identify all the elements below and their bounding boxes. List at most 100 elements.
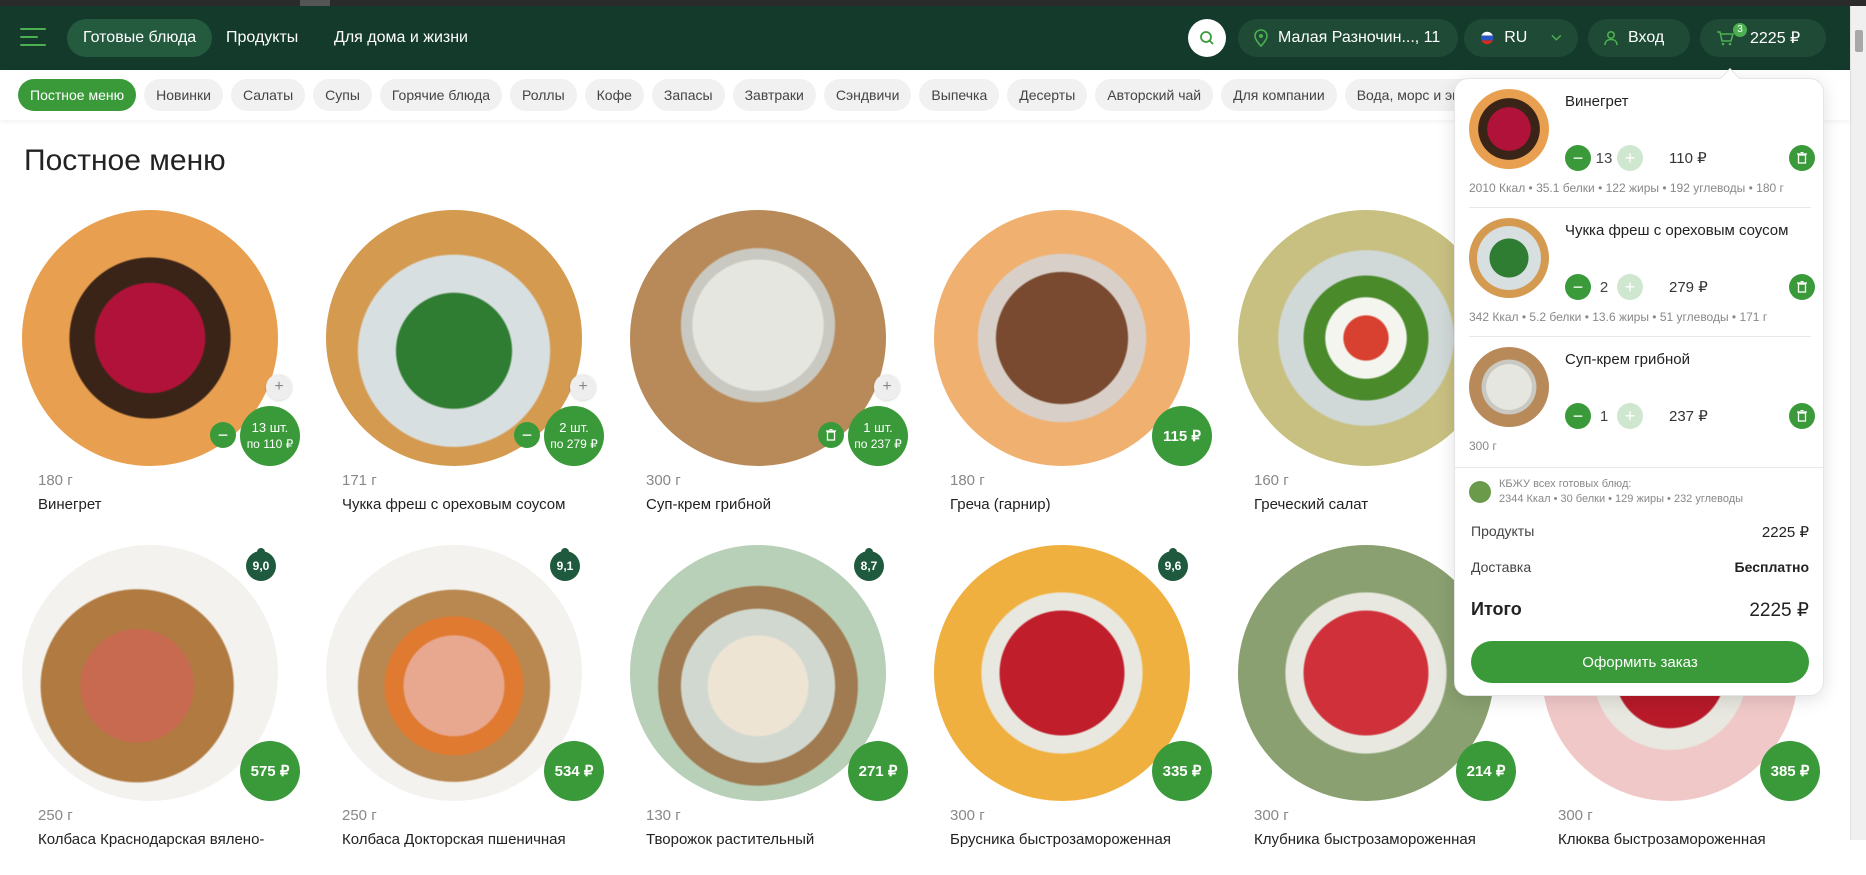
remove-button[interactable]: − — [514, 422, 540, 448]
products-label: Продукты — [1471, 523, 1535, 539]
quantity-badge[interactable]: 13 шт. по 110 ₽ — [240, 406, 300, 466]
increase-button[interactable]: + — [1617, 145, 1643, 171]
product-weight: 250 г — [342, 807, 377, 824]
category-desserts[interactable]: Десерты — [1007, 79, 1088, 111]
product-weight: 171 г — [342, 472, 377, 489]
page-scrollbar[interactable] — [1850, 6, 1866, 840]
quantity-count: 1 шт. — [863, 420, 893, 436]
page-title: Постное меню — [24, 144, 226, 177]
category-breakfasts[interactable]: Завтраки — [732, 79, 816, 111]
quantity-unit-price: по 110 ₽ — [246, 436, 294, 451]
product-image[interactable] — [22, 545, 278, 801]
product-card[interactable]: + 1 шт. по 237 ₽ 300 г Суп-крем грибной — [630, 210, 920, 540]
category-bakery[interactable]: Выпечка — [919, 79, 1000, 111]
product-name[interactable]: Чукка фреш с ореховым соусом — [342, 496, 565, 513]
product-card[interactable]: 115 ₽ 180 г Греча (гарнир) — [934, 210, 1224, 540]
product-weight: 130 г — [646, 807, 681, 824]
product-weight: 180 г — [38, 472, 73, 489]
category-stock[interactable]: Запасы — [651, 79, 725, 111]
category-hot-dishes[interactable]: Горячие блюда — [379, 79, 503, 111]
cart-item-image[interactable] — [1469, 347, 1549, 427]
address-selector[interactable]: Малая Разночин..., 11 — [1238, 19, 1458, 57]
price-button[interactable]: 385 ₽ — [1760, 741, 1820, 801]
salad-icon — [1469, 481, 1491, 503]
product-card[interactable]: + − 2 шт. по 279 ₽ 171 г Чукка фреш с оре… — [326, 210, 616, 540]
decrease-button[interactable]: − — [1565, 403, 1591, 429]
rating-badge: 9,1 — [550, 548, 580, 581]
price-button[interactable]: 335 ₽ — [1152, 741, 1212, 801]
add-button[interactable]: + — [266, 374, 292, 400]
decrease-button[interactable]: − — [1565, 145, 1591, 171]
category-for-company[interactable]: Для компании — [1221, 79, 1337, 111]
category-author-tea[interactable]: Авторский чай — [1095, 79, 1214, 111]
category-salads[interactable]: Салаты — [230, 79, 306, 111]
category-soups[interactable]: Супы — [313, 79, 372, 111]
trash-icon — [1797, 281, 1807, 293]
product-image[interactable] — [934, 210, 1190, 466]
user-icon — [1604, 30, 1618, 46]
add-button[interactable]: + — [570, 374, 596, 400]
scrollbar-thumb[interactable] — [1855, 30, 1863, 52]
increase-button[interactable]: + — [1617, 403, 1643, 429]
product-weight: 180 г — [950, 472, 985, 489]
chevron-down-icon — [1551, 34, 1562, 41]
language-label: RU — [1504, 29, 1528, 46]
price-button[interactable]: 115 ₽ — [1152, 406, 1212, 466]
login-button[interactable]: Вход — [1588, 19, 1690, 57]
price-button[interactable]: 271 ₽ — [848, 741, 908, 801]
decrease-button[interactable]: − — [1565, 274, 1591, 300]
cart-item-name[interactable]: Суп-крем грибной — [1565, 351, 1690, 368]
cart-item-nutrition: 342 Ккал • 5.2 белки • 13.6 жиры • 51 уг… — [1469, 310, 1768, 324]
delete-button[interactable] — [818, 422, 844, 448]
cart-item-qty: 1 — [1599, 407, 1609, 425]
product-card[interactable]: + − 13 шт. по 110 ₽ 180 г Винегрет — [22, 210, 312, 540]
category-lenten-menu[interactable]: Постное меню — [18, 79, 137, 111]
total-label: Итого — [1471, 599, 1522, 619]
quantity-stepper: − 13 + — [1565, 145, 1643, 171]
remove-button[interactable]: − — [210, 422, 236, 448]
category-rolls[interactable]: Роллы — [510, 79, 577, 111]
product-image[interactable] — [326, 545, 582, 801]
delete-item-button[interactable] — [1789, 145, 1815, 171]
product-card[interactable]: 9,0 575 ₽ 250 г Колбаса Краснодарская вя… — [22, 545, 312, 875]
nav-products[interactable]: Продукты — [210, 19, 314, 57]
product-image[interactable] — [934, 545, 1190, 801]
cart-item-image[interactable] — [1469, 89, 1549, 169]
rating-badge: 8,7 — [854, 548, 884, 581]
search-button[interactable] — [1188, 19, 1226, 57]
product-name[interactable]: Греческий салат — [1254, 496, 1368, 513]
product-card[interactable]: 8,7 271 ₽ 130 г Творожок растительный — [630, 545, 920, 875]
price-button[interactable]: 534 ₽ — [544, 741, 604, 801]
category-new[interactable]: Новинки — [144, 79, 223, 111]
delete-item-button[interactable] — [1789, 403, 1815, 429]
price-button[interactable]: 214 ₽ — [1456, 741, 1516, 801]
cart-dropdown: Винегрет − 13 + 110 ₽ 2010 Ккал • 35.1 б… — [1454, 68, 1824, 696]
cart-item-name[interactable]: Чукка фреш с ореховым соусом — [1565, 222, 1788, 239]
product-name[interactable]: Винегрет — [38, 496, 102, 513]
cart-icon — [1717, 31, 1734, 46]
quantity-badge[interactable]: 2 шт. по 279 ₽ — [544, 406, 604, 466]
location-pin-icon — [1254, 29, 1268, 47]
quantity-stepper: − 1 + — [1565, 403, 1643, 429]
product-card[interactable]: 9,1 534 ₽ 250 г Колбаса Докторская пшени… — [326, 545, 616, 875]
language-selector[interactable]: RU — [1464, 19, 1578, 57]
checkout-button[interactable]: Оформить заказ — [1471, 641, 1809, 683]
product-card[interactable]: 9,6 335 ₽ 300 г Брусника быстрозаморожен… — [934, 545, 1224, 875]
category-sandwiches[interactable]: Сэндвичи — [823, 79, 912, 111]
increase-button[interactable]: + — [1617, 274, 1643, 300]
price-button[interactable]: 575 ₽ — [240, 741, 300, 801]
add-button[interactable]: + — [874, 374, 900, 400]
cart-item-image[interactable] — [1469, 218, 1549, 298]
cart-item-name[interactable]: Винегрет — [1565, 93, 1629, 110]
quantity-badge[interactable]: 1 шт. по 237 ₽ — [848, 406, 908, 466]
cart-button[interactable]: 2225 ₽ — [1700, 19, 1826, 57]
menu-icon[interactable] — [20, 28, 46, 48]
category-coffee[interactable]: Кофе — [584, 79, 644, 111]
nav-home-life[interactable]: Для дома и жизни — [318, 19, 484, 57]
product-image[interactable] — [630, 545, 886, 801]
product-name[interactable]: Суп-крем грибной — [646, 496, 771, 513]
product-name[interactable]: Греча (гарнир) — [950, 496, 1051, 513]
nav-ready-meals[interactable]: Готовые блюда — [67, 19, 213, 57]
delete-item-button[interactable] — [1789, 274, 1815, 300]
quantity-count: 13 шт. — [251, 420, 289, 436]
